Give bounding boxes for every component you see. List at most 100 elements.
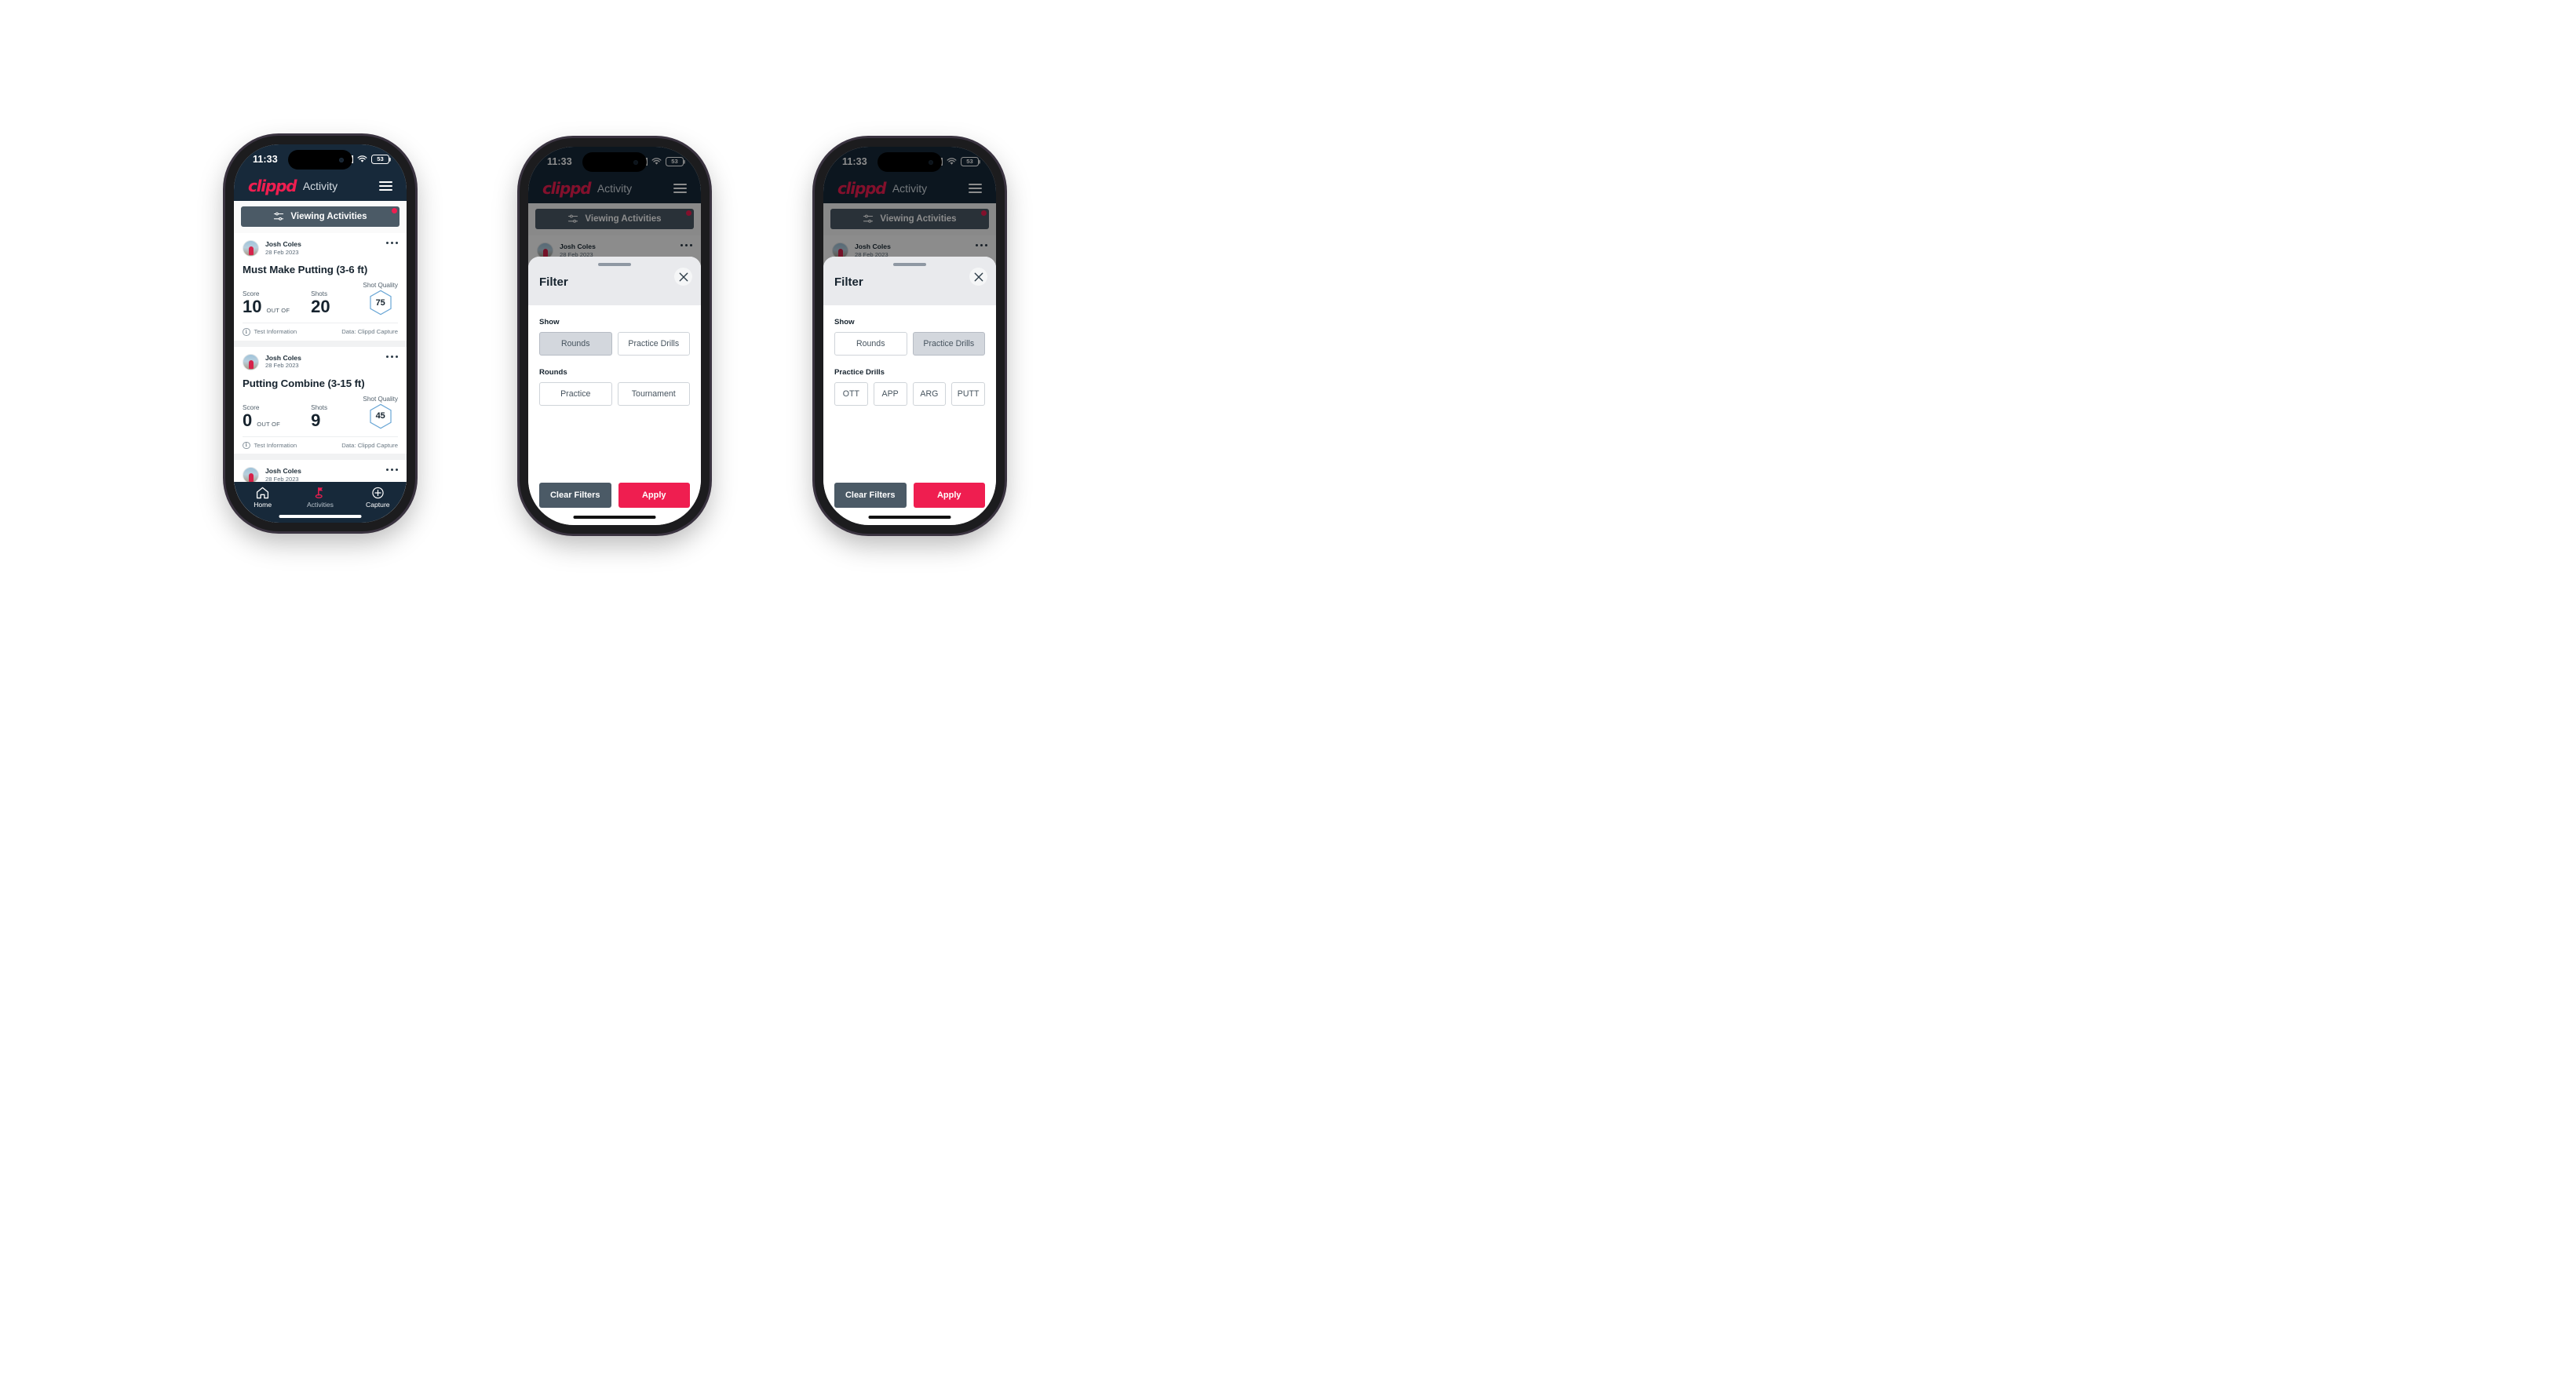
activity-card[interactable]: Josh Coles 28 Feb 2023 Putting Combine (…: [234, 346, 407, 454]
chip-show-practice-drills[interactable]: Practice Drills: [912, 332, 985, 356]
chip-rounds-tournament[interactable]: Tournament: [617, 382, 690, 406]
activity-stats: Score 10 OUT OF Shots 20 Shot Quality 75: [243, 282, 398, 323]
phone-3-screen: 11:33 53 clippd Activity Viewing Activit…: [823, 147, 996, 525]
activity-card[interactable]: Josh Coles 28 Feb 2023 Must Make Putting…: [234, 233, 407, 341]
card-overflow-menu-icon[interactable]: [385, 355, 398, 358]
rounds-options: Practice Tournament: [539, 382, 690, 406]
bottom-navigation: Home Activities Capture: [234, 482, 407, 523]
test-information-label[interactable]: Test Information: [254, 442, 297, 449]
clear-filters-button[interactable]: Clear Filters: [834, 483, 907, 508]
shot-quality-label: Shot Quality: [363, 395, 398, 403]
filter-sheet-header: Filter: [823, 257, 996, 305]
shot-quality-hexagon: 45: [369, 403, 392, 429]
apply-button[interactable]: Apply: [618, 483, 690, 508]
card-header: Josh Coles 28 Feb 2023: [243, 233, 398, 260]
filter-sheet-body: Show Rounds Practice Drills Rounds Pract…: [528, 305, 701, 483]
shots-value: 20: [311, 297, 330, 316]
clear-filters-button[interactable]: Clear Filters: [539, 483, 611, 508]
clippd-logo: clippd: [248, 177, 297, 195]
filter-sheet-title: Filter: [539, 275, 568, 289]
close-button[interactable]: [674, 268, 692, 286]
card-author-block: Josh Coles 28 Feb 2023: [265, 354, 301, 370]
nav-label-activities: Activities: [307, 501, 334, 509]
status-bar-time: 11:33: [253, 154, 278, 165]
filter-bar-label: Viewing Activities: [290, 212, 367, 221]
phone-3-filter-practice-drills: 11:33 53 clippd Activity Viewing Activit…: [815, 138, 1005, 534]
page-title: Activity: [302, 180, 338, 192]
stat-shots: Shots 9: [311, 404, 357, 429]
stat-score: Score 0 OUT OF: [243, 404, 311, 429]
activity-date: 28 Feb 2023: [265, 248, 299, 256]
chip-show-rounds[interactable]: Rounds: [539, 332, 612, 356]
card-overflow-menu-icon[interactable]: [385, 469, 398, 472]
card-separator: [234, 454, 407, 460]
card-author-block: Josh Coles 28 Feb 2023: [265, 240, 301, 257]
nav-label-capture: Capture: [366, 501, 390, 509]
home-indicator: [279, 515, 362, 518]
status-bar: 11:33 53: [234, 144, 407, 171]
dynamic-island: [288, 150, 352, 170]
data-source-label: Data: Clippd Capture: [341, 441, 398, 449]
activity-title: Putting Combine (3-15 ft): [243, 377, 365, 389]
score-value: 10: [243, 297, 262, 316]
home-indicator: [868, 516, 951, 519]
score-value: 0: [243, 410, 253, 430]
filter-sheet: Filter Show Rounds Practice Drills Pract…: [823, 257, 996, 525]
nav-item-capture[interactable]: Capture: [349, 487, 407, 509]
close-button[interactable]: [969, 268, 987, 286]
test-information-label[interactable]: Test Information: [254, 328, 297, 335]
battery-icon: 53: [371, 155, 389, 164]
card-overflow-menu-icon[interactable]: [385, 242, 398, 245]
author-name: Josh Coles: [265, 240, 301, 249]
out-of-label: OUT OF: [257, 420, 280, 428]
data-source-label: Data: Clippd Capture: [341, 328, 398, 336]
rounds-group-label: Rounds: [539, 368, 567, 377]
shot-quality-value: 75: [375, 297, 385, 308]
info-icon: i: [243, 441, 250, 449]
home-indicator: [573, 516, 656, 519]
apply-button[interactable]: Apply: [913, 483, 985, 508]
phone-1-activity-feed: 11:33 53 clippd Activity Viewing Activit…: [225, 136, 415, 531]
shot-quality-label: Shot Quality: [363, 282, 398, 289]
avatar: [243, 240, 259, 257]
viewing-activities-button[interactable]: Viewing Activities: [241, 206, 400, 227]
chip-show-rounds[interactable]: Rounds: [834, 332, 907, 356]
chip-drill-arg[interactable]: ARG: [912, 382, 947, 406]
home-icon: [257, 487, 269, 499]
chip-drill-ott[interactable]: OTT: [834, 382, 868, 406]
stat-shot-quality: Shot Quality 45: [363, 396, 398, 429]
drag-handle[interactable]: [893, 263, 926, 266]
score-label: Score: [243, 403, 260, 411]
activity-title: Must Make Putting (3-6 ft): [243, 264, 368, 275]
nav-item-activities[interactable]: Activities: [292, 487, 349, 509]
shots-value: 9: [311, 410, 321, 430]
chip-drill-app[interactable]: APP: [873, 382, 907, 406]
activity-feed[interactable]: Josh Coles 28 Feb 2023 Must Make Putting…: [234, 233, 407, 518]
nav-item-home[interactable]: Home: [234, 487, 291, 509]
shot-quality-value: 45: [375, 411, 385, 421]
phone-2-filter-rounds: 11:33 53 clippd Activity Viewing Activit…: [520, 138, 710, 534]
chip-drill-putt[interactable]: PUTT: [951, 382, 985, 406]
filter-sheet-body: Show Rounds Practice Drills Practice Dri…: [823, 305, 996, 483]
wifi-icon: [357, 155, 367, 163]
nav-label-home: Home: [254, 501, 272, 509]
chip-rounds-practice[interactable]: Practice: [539, 382, 612, 406]
plus-circle-icon: [372, 487, 384, 499]
author-name: Josh Coles: [265, 353, 301, 362]
filter-sheet-header: Filter: [528, 257, 701, 305]
drag-handle[interactable]: [598, 263, 631, 266]
filter-sheet: Filter Show Rounds Practice Drills Round…: [528, 257, 701, 525]
activity-date: 28 Feb 2023: [265, 362, 299, 370]
show-options: Rounds Practice Drills: [539, 332, 690, 356]
app-header: clippd Activity: [234, 171, 407, 201]
activity-stats: Score 0 OUT OF Shots 9 Shot Quality 45: [243, 396, 398, 436]
close-icon: [974, 272, 983, 281]
chip-show-practice-drills[interactable]: Practice Drills: [617, 332, 690, 356]
close-icon: [679, 272, 688, 281]
avatar: [243, 467, 259, 483]
shot-quality-hexagon: 75: [369, 290, 392, 315]
phone-1-screen: 11:33 53 clippd Activity Viewing Activit…: [234, 144, 407, 523]
hamburger-menu-icon[interactable]: [379, 181, 392, 191]
show-options: Rounds Practice Drills: [834, 332, 985, 356]
info-icon: i: [243, 328, 250, 336]
